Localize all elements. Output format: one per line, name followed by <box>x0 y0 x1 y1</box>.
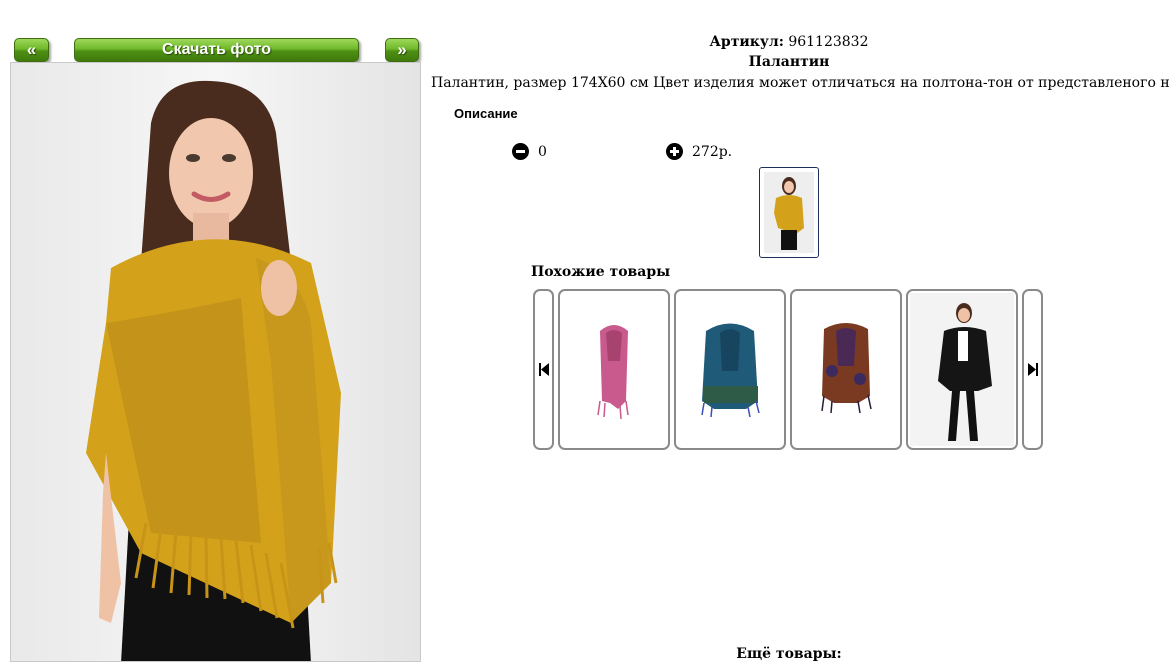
photo-thumbnail[interactable] <box>759 167 819 258</box>
product-description: Палантин, размер 174Х60 см Цвет изделия … <box>431 75 1169 91</box>
similar-products-heading: Похожие товары <box>531 264 671 280</box>
blue-scarf-image <box>701 323 760 418</box>
similar-product-card[interactable] <box>674 289 786 450</box>
skip-back-icon <box>539 363 549 376</box>
more-products-heading: Ещё товары: <box>736 646 842 662</box>
similar-product-card[interactable] <box>906 289 1018 450</box>
carousel-prev-button[interactable] <box>533 289 554 450</box>
skip-forward-icon <box>1028 363 1038 376</box>
prev-photo-button[interactable]: « <box>14 38 49 62</box>
carousel-next-button[interactable] <box>1022 289 1043 450</box>
similar-product-card[interactable] <box>790 289 902 450</box>
download-photo-button[interactable]: Скачать фото <box>74 38 359 62</box>
model-with-scarf-image <box>86 80 341 661</box>
next-photo-button[interactable]: » <box>385 38 419 62</box>
black-poncho-model-image <box>910 293 1014 446</box>
quantity-value: 0 <box>538 144 547 160</box>
sku-value: 961123832 <box>788 34 869 50</box>
thumbnail-image <box>764 172 814 253</box>
main-product-photo <box>10 62 421 662</box>
price-value: 272р. <box>692 144 733 160</box>
product-title: Палантин <box>748 54 830 70</box>
similar-product-card[interactable] <box>558 289 670 450</box>
pink-scarf-image <box>597 325 629 420</box>
plus-icon[interactable] <box>666 143 683 160</box>
sku-label: Артикул: <box>709 34 784 50</box>
description-tab[interactable]: Описание <box>454 106 518 121</box>
sku-line: Артикул: 961123832 <box>429 34 1149 50</box>
paisley-scarf-image <box>821 323 872 414</box>
minus-icon[interactable] <box>512 143 529 160</box>
